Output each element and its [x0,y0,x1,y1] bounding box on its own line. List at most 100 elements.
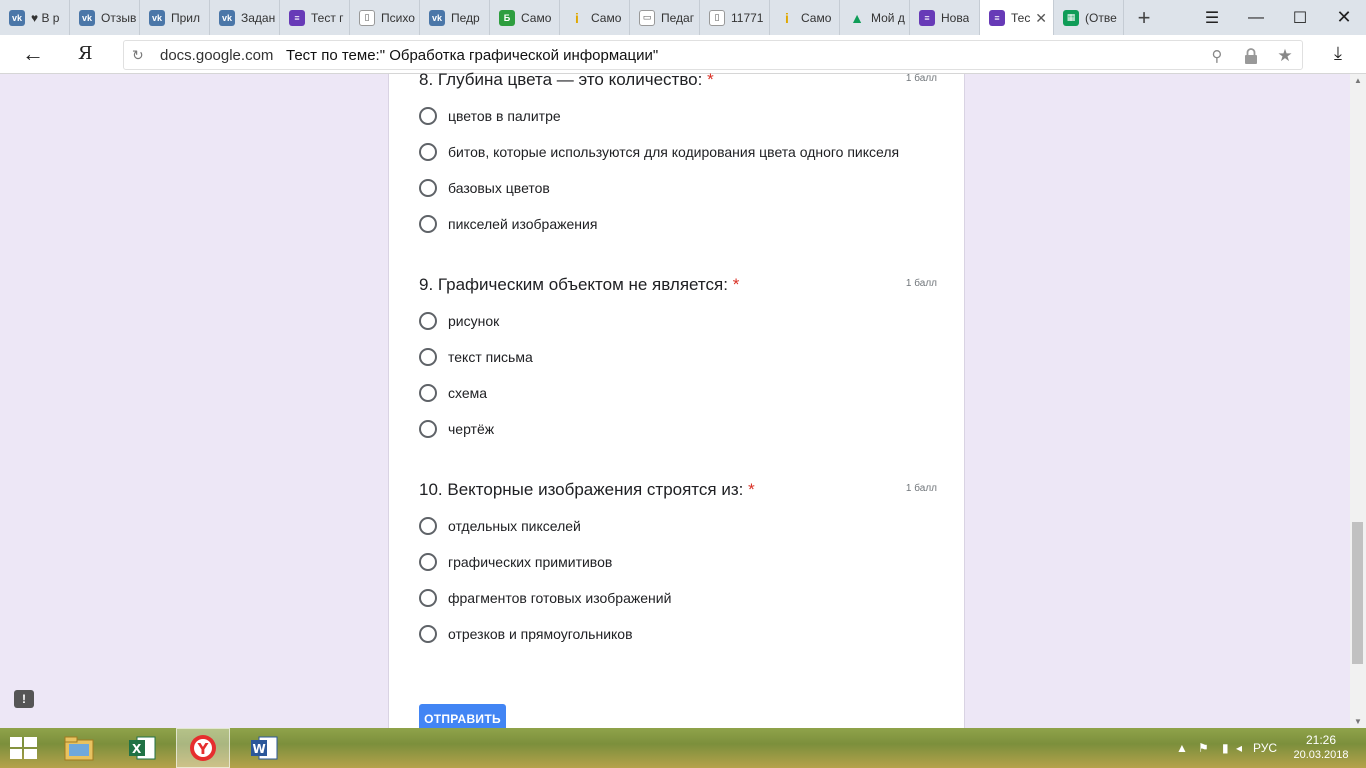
browser-tab[interactable]: ≡ Нова [910,0,980,35]
svg-text:Y: Y [197,740,210,758]
browser-tab[interactable]: vk ♥ В р [0,0,70,35]
browser-tab[interactable]: i Само [770,0,840,35]
option-label: битов, которые используются для кодирова… [448,144,900,160]
radio-button[interactable] [419,589,437,607]
question-points: 1 балл [905,483,937,494]
clock[interactable]: 21:26 20.03.2018 [1290,733,1352,763]
browser-tab-label: 11771 [731,10,764,25]
option-label: текст письма [448,349,533,365]
browser-tab[interactable]: ≡ Тест г [280,0,350,35]
vk-icon: vk [149,9,165,26]
question-block: 10. Векторные изображения строятся из: *… [419,480,939,643]
feedback-icon[interactable]: ! [14,690,34,708]
yandex-logo[interactable]: Я [78,43,93,64]
explorer-icon[interactable] [52,728,106,768]
question-text: 10. Векторные изображения строятся из: [419,480,744,499]
browser-tab[interactable]: ▦ (Отве [1054,0,1124,35]
radio-button[interactable] [419,179,437,197]
radio-option[interactable]: отрезков и прямоугольников [419,622,633,646]
close-tab-icon[interactable]: ✕ [1035,10,1047,27]
form-card: ОТПРАВИТЬ 8. Глубина цвета — это количес… [388,70,965,734]
scrollbar[interactable]: ▲ ▼ [1350,74,1366,728]
radio-button[interactable] [419,517,437,535]
browser-tab-label: Само [801,10,832,25]
back-arrow-icon[interactable]: ← [18,41,48,67]
scrollbar-thumb[interactable] [1352,522,1363,664]
address-bar[interactable]: ↻ docs.google.com Тест по теме:" Обработ… [123,40,1303,70]
language-indicator[interactable]: РУС [1253,728,1277,768]
menu-icon[interactable]: ☰ [1190,0,1234,35]
question-title: 8. Глубина цвета — это количество: * [419,70,939,94]
option-label: пикселей изображения [448,216,598,232]
radio-option[interactable]: графических примитивов [419,550,612,574]
radio-option[interactable]: цветов в палитре [419,104,561,128]
radio-button[interactable] [419,625,437,643]
scroll-up-icon[interactable]: ▲ [1354,76,1362,85]
svg-text:W: W [253,742,266,756]
browser-tab[interactable]: vk Задан [210,0,280,35]
radio-option[interactable]: схема [419,381,487,405]
browser-tab[interactable]: Б Само [490,0,560,35]
scroll-down-icon[interactable]: ▼ [1354,717,1362,726]
browser-tab[interactable]: i Само [560,0,630,35]
excel-icon[interactable]: X [115,728,169,768]
required-asterisk: * [748,480,755,499]
radio-button[interactable] [419,143,437,161]
browser-tab-label: Задан [241,10,276,25]
browser-tab-label: Прил [171,10,201,25]
browser-tab[interactable]: vk Отзыв [70,0,140,35]
close-window-icon[interactable]: ✕ [1322,0,1366,35]
radio-option[interactable]: битов, которые используются для кодирова… [419,140,899,164]
tray-arrow-icon[interactable]: ▲ [1176,728,1188,768]
download-icon[interactable]: ⤓ [1334,43,1342,64]
option-label: цветов в палитре [448,108,561,124]
option-label: фрагментов готовых изображений [448,590,672,606]
yandex-browser-icon[interactable]: Y [176,728,230,768]
radio-button[interactable] [419,348,437,366]
star-icon[interactable]: ★ [1274,45,1296,67]
flag-icon[interactable]: ⚑ [1198,728,1209,768]
question-points: 1 балл [905,73,937,84]
browser-tab-label: Тес [1011,10,1031,25]
browser-tab[interactable]: vk Прил [140,0,210,35]
radio-option[interactable]: фрагментов готовых изображений [419,586,671,610]
radio-button[interactable] [419,553,437,571]
browser-tab[interactable]: ≡ Тес ✕ [980,0,1054,35]
radio-option[interactable]: отдельных пикселей [419,514,581,538]
browser-tab[interactable]: ▭ Педаг [630,0,700,35]
radio-button[interactable] [419,215,437,233]
lock-icon[interactable] [1240,45,1262,67]
option-label: графических примитивов [448,554,613,570]
svg-text:X: X [132,742,142,756]
network-icon[interactable]: ▮ [1222,728,1229,768]
vk-icon: vk [9,9,25,26]
browser-tab-label: Само [521,10,552,25]
forms-icon: ≡ [919,9,935,26]
browser-tab[interactable]: ▯ Психо [350,0,420,35]
windows-start-icon[interactable] [10,737,38,761]
new-tab-button[interactable]: + [1124,0,1164,35]
volume-icon[interactable]: ◂ [1236,728,1242,768]
document-icon: ▯ [709,9,725,26]
radio-option[interactable]: чертёж [419,417,494,441]
radio-option[interactable]: рисунок [419,309,499,333]
radio-button[interactable] [419,312,437,330]
address-row: ← Я ↻ docs.google.com Тест по теме:" Обр… [0,35,1366,74]
radio-option[interactable]: текст письма [419,345,533,369]
maximize-icon[interactable]: ☐ [1278,0,1322,35]
radio-button[interactable] [419,107,437,125]
option-label: отрезков и прямоугольников [448,626,633,642]
radio-button[interactable] [419,384,437,402]
radio-button[interactable] [419,420,437,438]
required-asterisk: * [732,275,740,294]
browser-tab-label: Педаг [661,10,695,25]
browser-tab[interactable]: ▯ 11771 [700,0,770,35]
radio-option[interactable]: пикселей изображения [419,212,597,236]
reload-icon[interactable]: ↻ [132,47,144,64]
search-icon[interactable]: ⚲ [1206,45,1228,67]
radio-option[interactable]: базовых цветов [419,176,550,200]
browser-tab[interactable]: vk Педр [420,0,490,35]
word-icon[interactable]: W [237,728,291,768]
browser-tab[interactable]: ▲ Мой д [840,0,910,35]
minimize-icon[interactable]: — [1234,0,1278,35]
